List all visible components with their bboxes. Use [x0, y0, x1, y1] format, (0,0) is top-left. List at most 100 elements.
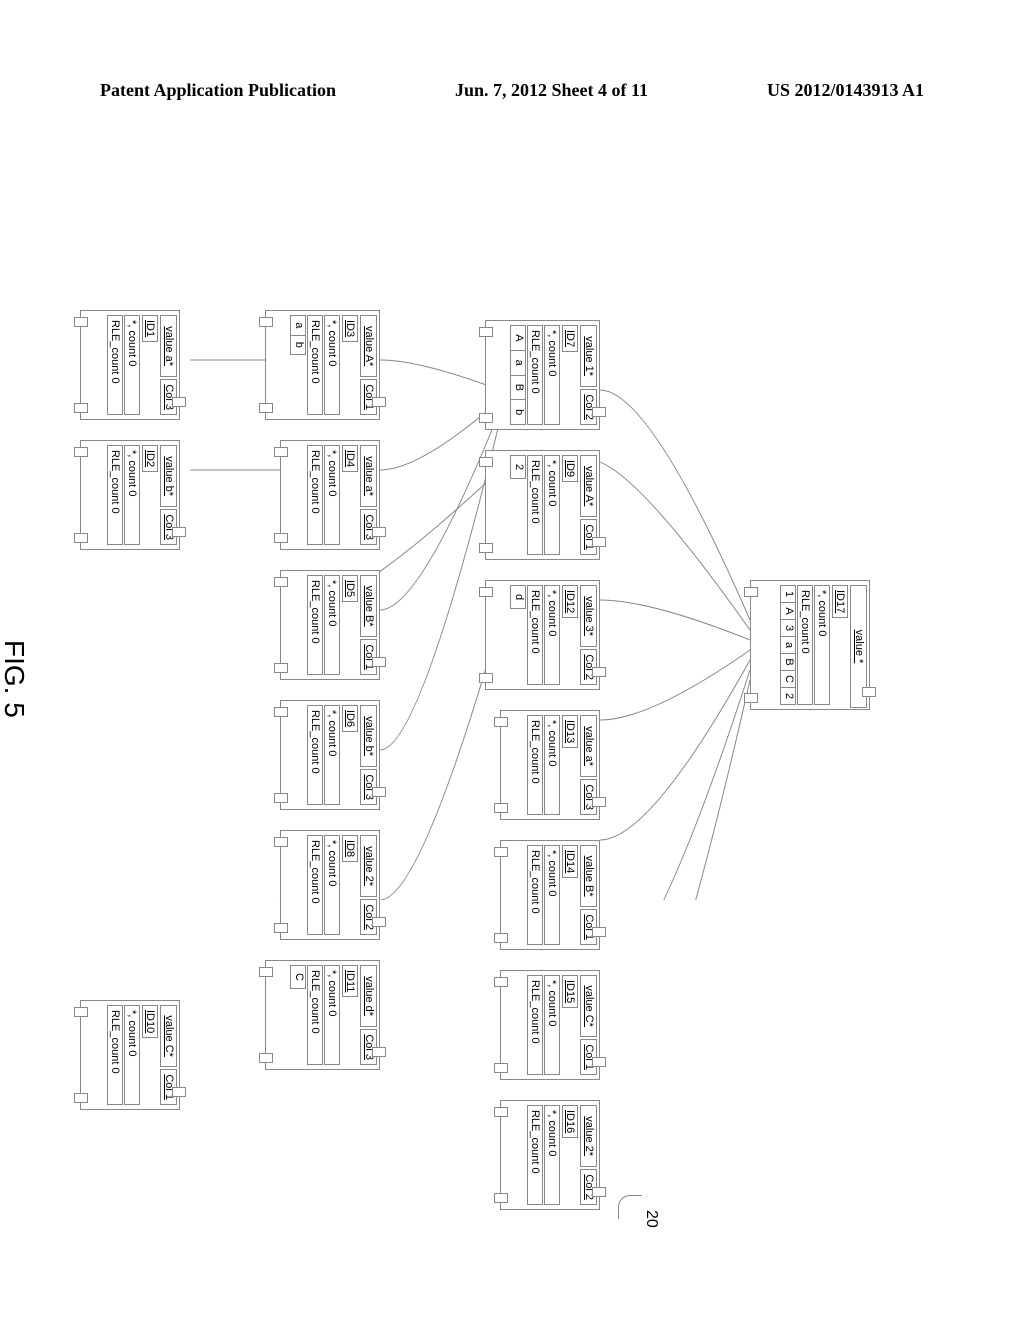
count-label: *, count 0 — [124, 315, 140, 415]
reference-number: 20 — [642, 1210, 660, 1228]
connector-tab — [274, 663, 288, 673]
value-label: value A* — [360, 315, 377, 377]
rle-label: RLE_count 0 — [307, 575, 323, 675]
reference-arrow-icon — [618, 1195, 642, 1219]
rle-label: RLE_count 0 — [307, 705, 323, 805]
tree-node: value B* Col 1 ID5 *, count 0 RLE_count … — [280, 570, 380, 680]
connector-tab — [479, 457, 493, 467]
connector-tab — [274, 577, 288, 587]
rle-label: RLE_count 0 — [307, 315, 323, 415]
tree-node: value 2* Col 2 ID16 *, count 0 RLE_count… — [500, 1100, 600, 1210]
rle-label: RLE_count 0 — [307, 835, 323, 935]
tree-node: value a* Col 3 ID13 *, count 0 RLE_count… — [500, 710, 600, 820]
connector-tab — [592, 927, 606, 937]
connector-tab — [744, 693, 758, 703]
count-label: *, count 0 — [544, 585, 560, 685]
connector-tab — [74, 403, 88, 413]
id-label: ID12 — [562, 585, 578, 618]
value-label: value 2* — [580, 1105, 597, 1167]
children-row: A a B b — [510, 325, 526, 425]
tree-node: value d* Col 3 ID11 *, count 0 RLE_count… — [265, 960, 380, 1070]
count-label: *, count 0 — [324, 445, 340, 545]
connector-tab — [372, 1047, 386, 1057]
rle-label: RLE_count 0 — [307, 445, 323, 545]
connector-tab — [494, 1063, 508, 1073]
connector-tab — [259, 1053, 273, 1063]
value-label: value A* — [580, 455, 597, 517]
id-label: ID17 — [832, 585, 848, 618]
connector-tab — [259, 403, 273, 413]
value-label: value 2* — [360, 835, 377, 897]
connector-tab — [592, 667, 606, 677]
rle-label: RLE_count 0 — [527, 585, 543, 685]
count-label: *, count 0 — [544, 455, 560, 555]
connector-tab — [494, 847, 508, 857]
rle-label: RLE_count 0 — [527, 845, 543, 945]
connector-tab — [862, 687, 876, 697]
id-label: ID1 — [142, 315, 158, 342]
connector-tab — [74, 1093, 88, 1103]
tree-node: value A* Col 1 ID9 *, count 0 RLE_count … — [485, 450, 600, 560]
tree-node: value a* Col 3 ID1 *, count 0 RLE_count … — [80, 310, 180, 420]
figure-label: FIG. 5 — [0, 640, 30, 718]
count-label: *, count 0 — [124, 445, 140, 545]
id-label: ID4 — [342, 445, 358, 472]
connector-tab — [479, 587, 493, 597]
connector-tab — [274, 707, 288, 717]
value-label: value C* — [580, 975, 597, 1037]
connector-tab — [494, 977, 508, 987]
id-label: ID3 — [342, 315, 358, 342]
id-label: ID13 — [562, 715, 578, 748]
count-label: *, count 0 — [324, 965, 340, 1065]
value-label: value B* — [580, 845, 597, 907]
value-label: value a* — [580, 715, 597, 777]
id-label: ID14 — [562, 845, 578, 878]
id-label: ID5 — [342, 575, 358, 602]
count-label: *, count 0 — [124, 1005, 140, 1105]
connector-tab — [172, 397, 186, 407]
children-row: d — [510, 585, 526, 609]
page-header: Patent Application Publication Jun. 7, 2… — [0, 80, 1024, 101]
diagram: value * ID17 *, count 0 RLE_count 0 1 A … — [0, 340, 850, 900]
connector-tab — [372, 657, 386, 667]
tree-node: value b* Col 3 ID2 *, count 0 RLE_count … — [80, 440, 180, 550]
connector-tab — [74, 533, 88, 543]
connector-tab — [479, 543, 493, 553]
tree-node: value a* Col 3 ID4 *, count 0 RLE_count … — [280, 440, 380, 550]
children-row: a b — [290, 315, 306, 355]
value-label: value b* — [360, 705, 377, 767]
rle-label: RLE_count 0 — [527, 325, 543, 425]
id-label: ID10 — [142, 1005, 158, 1038]
connector-tab — [592, 797, 606, 807]
value-label: value a* — [360, 445, 377, 507]
tree-node: value C* Col 1 ID15 *, count 0 RLE_count… — [500, 970, 600, 1080]
count-label: *, count 0 — [324, 315, 340, 415]
id-label: ID8 — [342, 835, 358, 862]
rle-label: RLE_count 0 — [797, 585, 813, 705]
id-label: ID2 — [142, 445, 158, 472]
id-label: ID6 — [342, 705, 358, 732]
connector-tab — [494, 1107, 508, 1117]
id-label: ID7 — [562, 325, 578, 352]
count-label: *, count 0 — [324, 575, 340, 675]
connector-tab — [592, 537, 606, 547]
count-label: *, count 0 — [544, 1105, 560, 1205]
connector-tab — [274, 533, 288, 543]
rle-label: RLE_count 0 — [527, 715, 543, 815]
tree-root-node: value * ID17 *, count 0 RLE_count 0 1 A … — [750, 580, 870, 710]
rle-label: RLE_count 0 — [527, 975, 543, 1075]
connector-tab — [274, 447, 288, 457]
connector-tab — [74, 1007, 88, 1017]
children-row: 1 A 3 a B C 2 — [780, 585, 796, 705]
count-label: *, count 0 — [814, 585, 830, 705]
connector-tab — [74, 317, 88, 327]
header-right: US 2012/0143913 A1 — [767, 80, 924, 101]
connector-tab — [372, 527, 386, 537]
rle-label: RLE_count 0 — [527, 1105, 543, 1205]
connector-tab — [274, 793, 288, 803]
count-label: *, count 0 — [544, 975, 560, 1075]
tree-node: value 3* Col 2 ID12 *, count 0 RLE_count… — [485, 580, 600, 690]
count-label: *, count 0 — [324, 705, 340, 805]
children-row: 2 — [510, 455, 526, 479]
connector-tab — [479, 413, 493, 423]
